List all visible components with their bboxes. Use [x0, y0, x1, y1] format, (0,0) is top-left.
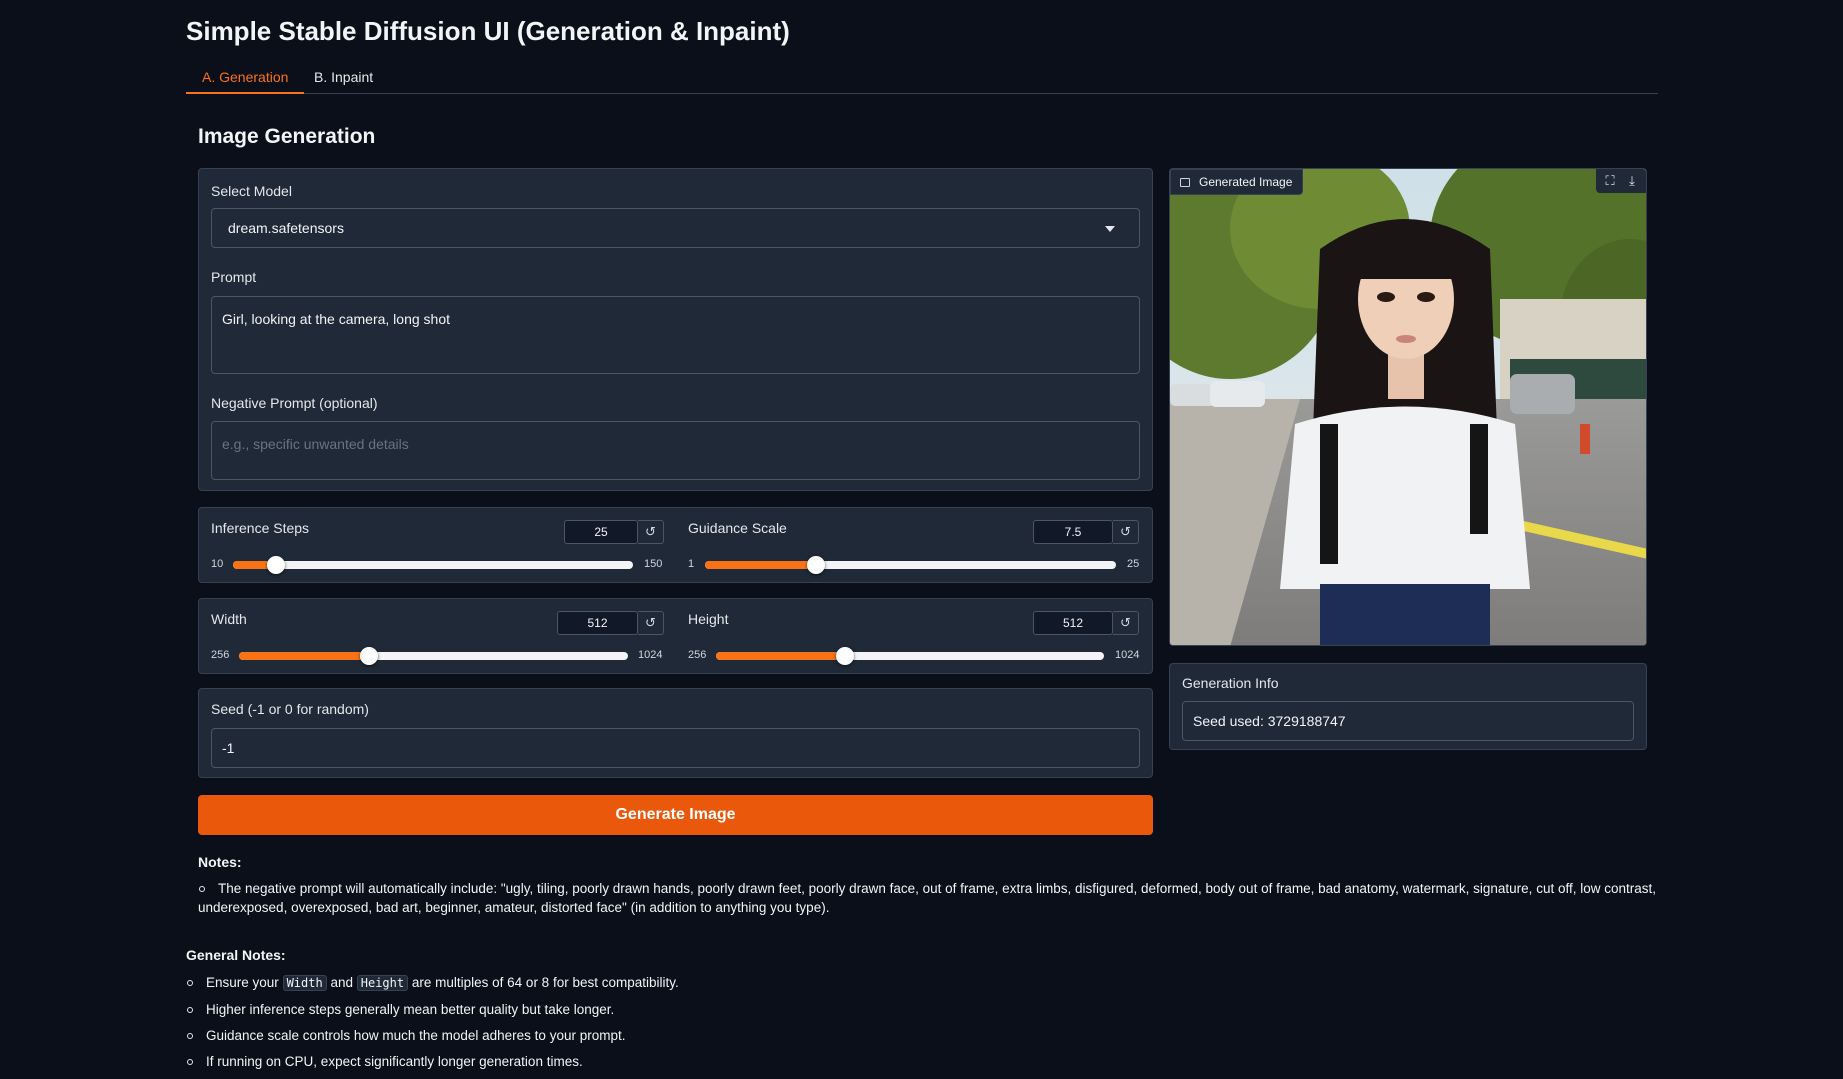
general-note-text: Ensure your	[206, 975, 279, 990]
height-min: 256	[688, 649, 707, 661]
notes-item-line2: underexposed, overexposed, bad art, begi…	[198, 900, 830, 915]
inference-steps-reset-button[interactable]: ↺	[638, 520, 664, 544]
chevron-down-icon	[1105, 226, 1115, 232]
generated-image-label-text: Generated Image	[1199, 175, 1293, 189]
general-notes-title: General Notes:	[186, 947, 286, 963]
slider-thumb[interactable]	[836, 647, 855, 665]
seed-panel: Seed (-1 or 0 for random) -1	[198, 688, 1153, 778]
height-code: Height	[356, 975, 409, 991]
width-reset-button[interactable]: ↺	[638, 611, 664, 635]
notes-item-line1: The negative prompt will automatically i…	[218, 881, 1656, 896]
prompt-value: Girl, looking at the camera, long shot	[222, 311, 451, 327]
negative-prompt-input[interactable]: e.g., specific unwanted details	[211, 421, 1140, 480]
width-code: Width	[282, 975, 327, 991]
tab-bar: A. Generation B. Inpaint	[186, 64, 1658, 94]
general-notes-item: Ensure your Width and Height are multipl…	[206, 973, 679, 993]
steps-guidance-panel: Inference Steps 25 ↺ 10 150 Guidance Sca…	[198, 507, 1153, 583]
slider-fill	[716, 652, 846, 660]
prompt-input[interactable]: Girl, looking at the camera, long shot	[211, 296, 1140, 374]
seed-value: -1	[222, 740, 235, 756]
general-notes-item: Higher inference steps generally mean be…	[206, 1002, 615, 1017]
slider-thumb[interactable]	[359, 647, 378, 665]
fullscreen-icon[interactable]: ⛶	[1602, 173, 1618, 189]
general-notes-item: If running on CPU, expect significantly …	[206, 1054, 583, 1069]
height-label: Height	[688, 611, 729, 627]
height-input[interactable]: 512	[1033, 611, 1113, 635]
guidance-scale-min: 1	[688, 558, 695, 570]
width-max: 1024	[638, 649, 663, 661]
generated-image-label: Generated Image	[1170, 169, 1304, 195]
bullet-icon	[187, 980, 193, 986]
guidance-scale-max: 25	[1127, 558, 1140, 570]
slider-thumb[interactable]	[266, 556, 285, 574]
slider-fill	[239, 652, 369, 660]
generated-image	[1170, 169, 1646, 645]
dimensions-panel: Width 512 ↺ 256 1024 Height 512 ↺ 256 10…	[198, 598, 1153, 674]
general-note-text: and	[330, 975, 353, 990]
notes-title: Notes:	[198, 854, 242, 870]
model-dropdown[interactable]: dream.safetensors	[211, 208, 1140, 248]
guidance-scale-slider[interactable]	[705, 556, 1116, 574]
generation-info-label: Generation Info	[1182, 675, 1279, 691]
slider-thumb[interactable]	[807, 556, 826, 574]
bullet-icon	[199, 886, 205, 892]
guidance-scale-input[interactable]: 7.5	[1033, 520, 1113, 544]
section-title: Image Generation	[198, 125, 376, 148]
width-input[interactable]: 512	[557, 611, 638, 635]
prompt-label: Prompt	[211, 269, 257, 285]
inference-steps-label: Inference Steps	[211, 520, 310, 536]
input-panel: Select Model dream.safetensors Prompt Gi…	[198, 168, 1153, 491]
download-icon[interactable]: ⤓	[1624, 173, 1640, 189]
page-title: Simple Stable Diffusion UI (Generation &…	[186, 16, 790, 46]
bullet-icon	[187, 1033, 193, 1039]
generation-info-panel: Generation Info Seed used: 3729188747	[1169, 663, 1647, 750]
inference-steps-max: 150	[644, 558, 663, 570]
bullet-icon	[187, 1007, 193, 1013]
guidance-scale-reset-button[interactable]: ↺	[1113, 520, 1139, 544]
height-reset-button[interactable]: ↺	[1113, 611, 1139, 635]
image-icon	[1180, 178, 1190, 187]
negative-prompt-label: Negative Prompt (optional)	[211, 395, 378, 411]
generation-info-field: Seed used: 3729188747	[1182, 701, 1634, 741]
generation-info-value: Seed used: 3729188747	[1193, 713, 1346, 729]
inference-steps-input[interactable]: 25	[564, 520, 638, 544]
model-label: Select Model	[211, 183, 292, 199]
general-note-text: are multiples of 64 or 8 for best compat…	[411, 975, 679, 990]
width-min: 256	[211, 649, 230, 661]
bullet-icon	[187, 1059, 193, 1065]
tab-generation[interactable]: A. Generation	[186, 64, 305, 94]
height-slider[interactable]	[716, 647, 1104, 665]
generated-image-panel: Generated Image ⛶ ⤓	[1169, 168, 1647, 646]
slider-fill	[705, 561, 817, 569]
model-value: dream.safetensors	[228, 220, 344, 236]
general-notes-item: Guidance scale controls how much the mod…	[206, 1028, 626, 1043]
seed-input[interactable]: -1	[211, 728, 1140, 768]
tab-inpaint[interactable]: B. Inpaint	[298, 64, 389, 94]
image-toolbar: ⛶ ⤓	[1596, 169, 1646, 193]
height-max: 1024	[1115, 649, 1140, 661]
guidance-scale-label: Guidance Scale	[688, 520, 787, 536]
width-label: Width	[211, 611, 247, 627]
negative-prompt-placeholder: e.g., specific unwanted details	[222, 436, 409, 452]
inference-steps-min: 10	[211, 558, 224, 570]
generate-image-button[interactable]: Generate Image	[198, 795, 1153, 835]
width-slider[interactable]	[239, 647, 628, 665]
seed-label: Seed (-1 or 0 for random)	[211, 701, 369, 717]
inference-steps-slider[interactable]	[233, 556, 633, 574]
